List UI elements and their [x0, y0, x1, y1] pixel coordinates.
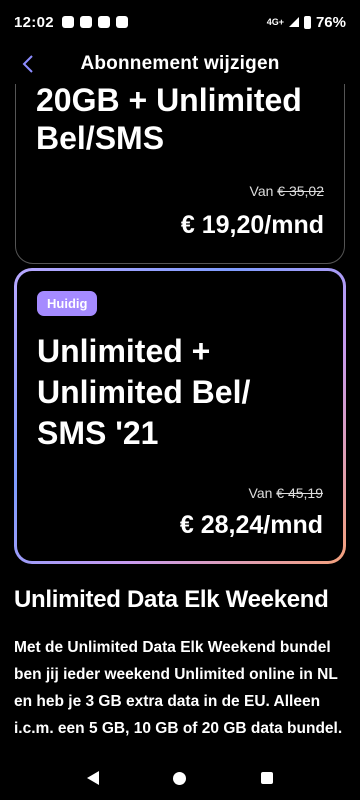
network-type: 4G+ — [266, 17, 284, 27]
square-recents-icon[interactable] — [260, 772, 273, 784]
scroll-content[interactable]: 20GB + Unlimited Bel/SMS Van € 35,02 € 1… — [0, 84, 360, 756]
bundle-title: Unlimited Data Elk Weekend — [14, 586, 329, 613]
plan-price: € 19,20/mnd — [180, 211, 324, 239]
app-notification-icon — [79, 16, 92, 28]
from-label: Van — [248, 485, 273, 501]
plan-original-price: Van € 45,19 — [249, 485, 323, 501]
page-title: Abonnement wijzigen — [80, 53, 280, 74]
signal-icon — [288, 17, 299, 27]
status-time: 12:02 — [14, 13, 54, 31]
plan-title: Unlimited + Unlimited Bel/ SMS '21 — [37, 333, 251, 451]
current-plan-card[interactable]: Huidig Unlimited + Unlimited Bel/ SMS '2… — [14, 268, 346, 564]
status-right: 4G+ 76% — [267, 14, 346, 31]
hand-notification-icon — [97, 16, 110, 28]
bundle-description: Met de Unlimited Data Elk Weekend bundel… — [14, 639, 343, 737]
old-price: € 45,19 — [276, 485, 323, 501]
from-label: Van — [249, 183, 274, 199]
notification-icons — [61, 16, 128, 28]
chat-notification-icon — [61, 16, 74, 28]
circle-home-icon[interactable] — [173, 771, 187, 785]
battery-icon — [303, 15, 311, 29]
system-nav-bar — [0, 756, 360, 800]
plan-card[interactable]: 20GB + Unlimited Bel/SMS Van € 35,02 € 1… — [15, 84, 345, 264]
app-header: Abonnement wijzigen — [0, 44, 360, 84]
old-price: € 35,02 — [277, 183, 324, 199]
plan-title: 20GB + Unlimited Bel/SMS — [36, 84, 302, 156]
plan-price: € 28,24/mnd — [179, 511, 323, 539]
current-plan-card-inner: Huidig Unlimited + Unlimited Bel/ SMS '2… — [17, 271, 343, 561]
status-bar: 12:02 4G+ 76% — [0, 0, 360, 44]
current-badge: Huidig — [37, 291, 98, 316]
message-notification-icon — [115, 16, 128, 28]
triangle-back-icon[interactable] — [87, 771, 100, 785]
back-button[interactable] — [14, 50, 42, 78]
chevron-left-icon — [22, 55, 33, 73]
battery-level: 76% — [315, 13, 346, 31]
plan-original-price: Van € 35,02 — [250, 183, 324, 199]
